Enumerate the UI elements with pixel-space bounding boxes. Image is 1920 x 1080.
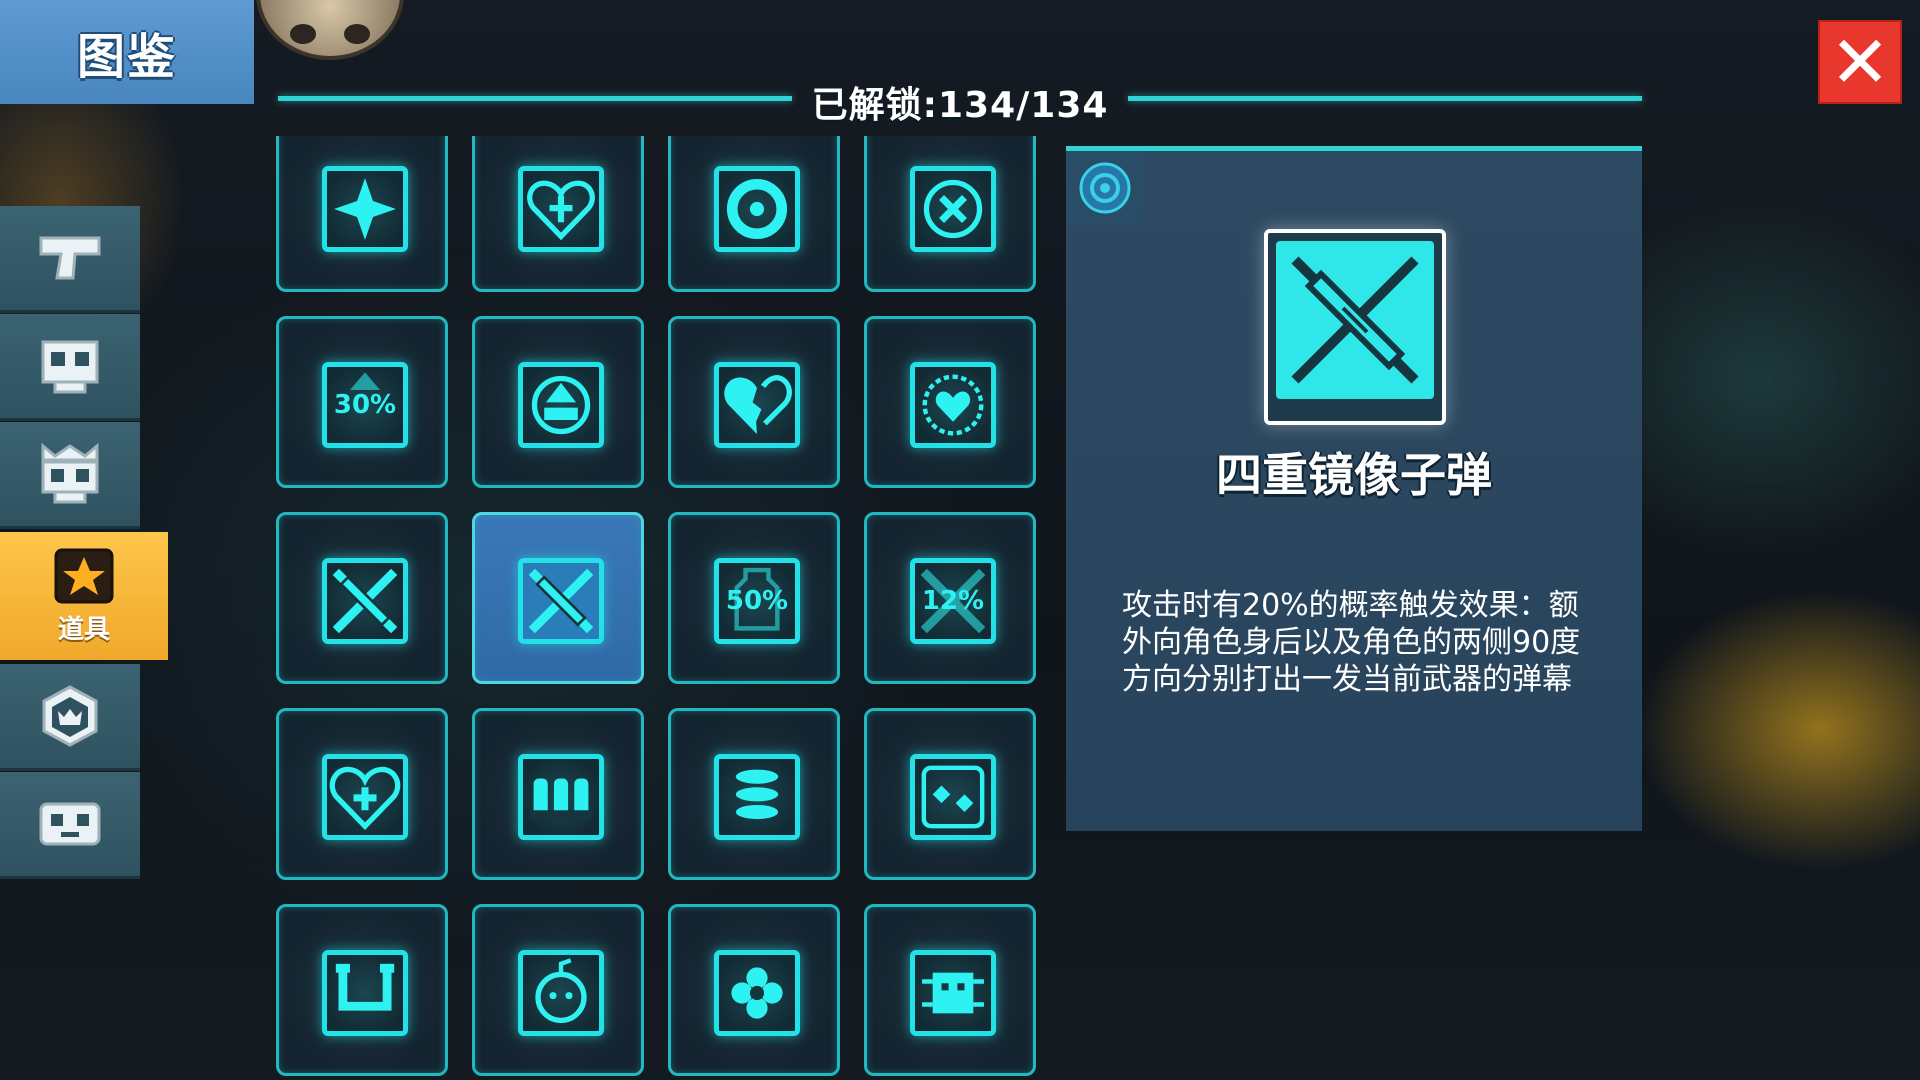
detail-item-icon-frame [1264,229,1446,425]
item-cell[interactable] [472,136,644,292]
detail-item-description: 攻击时有20%的概率触发效果：额外向角色身后以及角色的两侧90度方向分别打出一发… [1122,588,1581,697]
pistol-icon [39,236,101,280]
heart-dial-icon [910,362,996,448]
item-cell[interactable] [276,904,448,1076]
item-cell[interactable] [864,708,1036,880]
sidebar-tab-pets[interactable] [0,772,140,879]
player-avatar[interactable] [256,0,404,60]
item-cell[interactable] [472,316,644,488]
heart-plus-icon [322,754,408,840]
sidebar-tab-items-label: 道具 [57,614,110,645]
item-cell[interactable] [864,904,1036,1076]
item-cell[interactable]: 12% [864,512,1036,684]
bottle-percent-icon: 50% [714,558,800,644]
hexagon-crown-icon [42,685,98,747]
crossed-blade-icon [322,558,408,644]
circle-x-icon [910,166,996,252]
ring-target-icon [714,166,800,252]
sidebar-tab-bosses[interactable] [0,422,140,529]
item-cell[interactable] [864,316,1036,488]
stacked-coins-icon [714,754,800,840]
sidebar-tab-achievements[interactable] [0,664,140,771]
robot-chip-icon [910,950,996,1036]
item-detail-panel: 四重镜像子弹 攻击时有20%的概率触发效果：额外向角色身后以及角色的两侧90度方… [1066,146,1642,831]
skull-icon [41,340,99,394]
triple-bullet-icon [518,754,604,840]
close-button[interactable]: ✕ [1818,20,1902,104]
face-icon [39,802,101,846]
item-cell[interactable] [472,904,644,1076]
item-cell[interactable] [276,136,448,292]
item-percent-label: 30% [333,390,397,420]
item-cell[interactable] [276,708,448,880]
item-grid[interactable]: 30% 50% 12% [276,136,1040,1080]
close-icon: ✕ [1829,20,1891,104]
four-point-star-icon [322,166,408,252]
unlock-status-text: 已解锁:134/134 [811,85,1109,126]
item-cell[interactable] [668,708,840,880]
item-percent-label: 12% [921,586,985,616]
item-percent-label: 50% [725,586,789,616]
heart-cross-icon [518,166,604,252]
bomb-face-icon [518,950,604,1036]
item-cell[interactable] [472,512,644,684]
sidebar-tab-enemies[interactable] [0,314,140,421]
detail-tag [1066,151,1144,225]
item-cell[interactable] [668,136,840,292]
avatar-ear-right [344,24,370,44]
item-cell[interactable] [864,136,1036,292]
detail-item-name: 四重镜像子弹 [1216,448,1492,502]
arrow-up-percent-icon: 30% [322,362,408,448]
flower-icon [714,950,800,1036]
sidebar-tab-weapons[interactable] [0,206,140,313]
dice-icon [910,754,996,840]
sidebar-tab-items[interactable]: 道具 [0,532,168,660]
unlock-status: 已解锁:134/134 [0,76,1920,128]
item-cell[interactable] [472,708,644,880]
item-cell[interactable] [668,316,840,488]
ring-emblem-icon [1079,162,1131,214]
broken-heart-icon [714,362,800,448]
star-item-icon [54,548,114,603]
crowned-skull-icon [41,442,99,504]
magnet-icon [322,950,408,1036]
cross-percent-icon: 12% [910,558,996,644]
quad-mirror-bullet-icon [1276,241,1434,399]
avatar-ear-left [290,24,316,44]
item-cell[interactable] [668,904,840,1076]
quad-mirror-bullet-icon [518,558,604,644]
item-cell[interactable]: 50% [668,512,840,684]
item-cell[interactable]: 30% [276,316,448,488]
item-cell[interactable] [276,512,448,684]
circle-arrow-icon [518,362,604,448]
